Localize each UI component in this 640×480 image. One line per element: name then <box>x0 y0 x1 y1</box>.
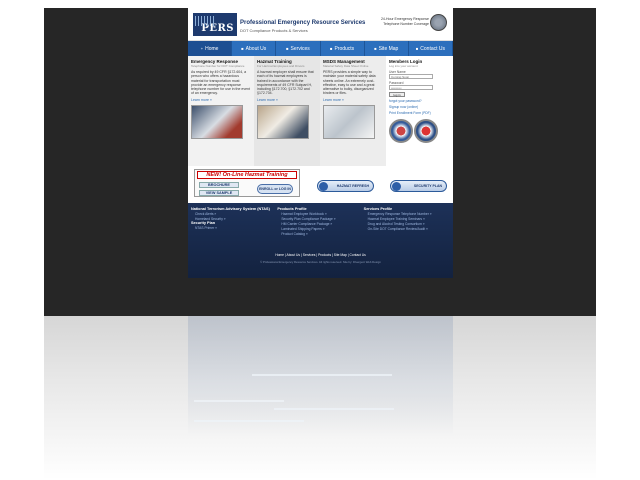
footer-link[interactable]: HM Carrier Compliance Package » <box>281 222 363 226</box>
content-columns: Emergency Response Telephone Number for … <box>188 56 453 166</box>
sitemap-icon: ■ <box>374 46 377 51</box>
security-plan-button[interactable]: SECURITY PLAN <box>390 180 447 192</box>
screen-reflection <box>44 316 596 480</box>
products-icon: ■ <box>330 46 333 51</box>
forgot-password-link[interactable]: forgot your password? <box>389 99 450 103</box>
reflection-line <box>252 374 392 376</box>
dot-seal-icon <box>389 119 413 143</box>
reflection-line <box>194 400 284 402</box>
hazmat-training-panel: Hazmat Training For Hazmat Employees and… <box>254 56 320 166</box>
login-button[interactable]: log in <box>389 92 405 97</box>
info-icon: ■ <box>241 46 244 51</box>
hazmat-truck-photo <box>191 104 243 139</box>
phone-badge-icon <box>430 14 447 31</box>
hazmat-learn-more-link[interactable]: Learn more » <box>257 98 317 102</box>
footer-link[interactable]: Emergency Response Telephone Number » <box>368 212 450 216</box>
nav-about-label: About Us <box>245 45 267 52</box>
site-header: PERS Professional Emergency Resource Ser… <box>188 8 453 41</box>
pers-logo[interactable]: PERS <box>193 13 237 36</box>
footer-link[interactable]: On-Site DOT Compliance Review/Audit » <box>368 227 450 231</box>
footer-products-column: Products Profile Hazmat Employee Workboo… <box>277 207 363 247</box>
hazmat-seal-icon <box>414 119 439 143</box>
online-training-promo: NEW! On-Line Hazmat Training BROCHURE VI… <box>194 169 300 197</box>
hazmat-body: A hazmat employer shall ensure that each… <box>257 70 314 96</box>
footer-products-title: Products Profile <box>277 207 307 211</box>
nav-about[interactable]: ■ About Us <box>232 41 277 56</box>
footer-nav[interactable]: Home | About Us | Services | Products | … <box>188 253 453 257</box>
footer-link[interactable]: Hazmat Employee Workbook » <box>281 212 363 216</box>
home-icon: + <box>200 46 204 51</box>
password-input[interactable]: •••••••••• <box>389 85 433 90</box>
promo-strip: NEW! On-Line Hazmat Training BROCHURE VI… <box>188 166 453 203</box>
footer-link[interactable]: Drug and Alcohol Testing Consortium » <box>368 222 450 226</box>
hazmat-subtitle: For Hazmat Employees and Drivers <box>257 64 305 68</box>
emergency-learn-more-link[interactable]: Learn more » <box>191 98 251 102</box>
footer-services-column: Services Profile Emergency Response Tele… <box>364 207 450 247</box>
username-input[interactable]: Coming Soon <box>389 74 433 79</box>
brochure-button[interactable]: BROCHURE <box>199 182 239 188</box>
services-icon: ■ <box>286 46 289 51</box>
site-title: Professional Emergency Resource Services <box>240 20 366 26</box>
emergency-subtitle: Telephone Number for DOT Compliance <box>191 64 245 68</box>
msds-management-panel: MSDS Management Material Safety Data She… <box>320 56 386 166</box>
contact-icon: ■ <box>415 46 419 51</box>
footer-services-title: Services Profile <box>363 207 393 211</box>
nav-services[interactable]: ■ Services <box>276 41 321 56</box>
site-footer: National Terrorism Advisory System (NTAS… <box>188 203 453 278</box>
footer-link[interactable]: Security Plan Compliance Package » <box>281 217 363 221</box>
view-sample-button[interactable]: VIEW SAMPLE <box>199 190 239 196</box>
footer-copyright: © Professional Emergency Resource Servic… <box>260 260 381 264</box>
footer-security-plan-title: Security Plan <box>191 221 216 225</box>
msds-subtitle: Material Safety Data Sheet Online <box>323 64 369 68</box>
nav-home[interactable]: + Home <box>188 41 233 56</box>
footer-ntas-column: National Terrorism Advisory System (NTAS… <box>191 207 277 247</box>
footer-link[interactable]: Hazmat Employee Training Seminars » <box>368 217 450 221</box>
nav-sitemap[interactable]: ■ Site Map <box>365 41 409 56</box>
footer-link[interactable]: Check Alerts » <box>195 212 277 216</box>
page-reflection <box>188 316 453 436</box>
footer-link[interactable]: NTAS Primer » <box>195 226 277 230</box>
footer-ntas-title: National Terrorism Advisory System (NTAS… <box>191 207 270 211</box>
logo-text: PERS <box>201 23 234 34</box>
members-login-panel: Members Login Log into your account User… <box>386 56 453 166</box>
site-subtitle: DOT Compliance Products & Services <box>240 28 308 33</box>
footer-link[interactable]: Product Catalog » <box>281 232 363 236</box>
nav-contact[interactable]: ■ Contact Us <box>409 41 453 56</box>
reflection-line <box>274 408 394 410</box>
msds-body: PERS provides a simple way to maintain y… <box>323 70 376 96</box>
hotline-text: 24-Hour Emergency Response Telephone Num… <box>381 17 429 27</box>
nav-sitemap-label: Site Map <box>378 45 399 52</box>
enroll-login-button[interactable]: ENROLL or LOG IN <box>257 184 293 194</box>
reflection-line <box>194 420 304 422</box>
nav-contact-label: Contact Us <box>420 45 446 52</box>
emergency-body: As required by 49 CFR §172.604, a person… <box>191 70 250 96</box>
nav-home-label: Home <box>205 45 219 52</box>
nav-services-label: Services <box>290 45 310 52</box>
emergency-response-panel: Emergency Response Telephone Number for … <box>188 56 254 166</box>
website-page: PERS Professional Emergency Resource Ser… <box>188 8 453 278</box>
msds-learn-more-link[interactable]: Learn more » <box>323 98 383 102</box>
training-class-photo <box>257 104 309 139</box>
hazmat-refresh-button[interactable]: HAZMAT REFRESH <box>317 180 374 192</box>
hotline-line-2: Telephone Number Coverage <box>383 22 429 26</box>
login-subtitle: Log into your account <box>389 64 418 68</box>
nav-products[interactable]: ■ Products <box>321 41 365 56</box>
footer-link[interactable]: Laminated Shipping Papers » <box>281 227 363 231</box>
main-nav: + Home ■ About Us ■ Services ■ Products ■ Sit… <box>188 41 453 56</box>
signup-link[interactable]: Signup now (online) <box>389 105 450 109</box>
promo-title: NEW! On-Line Hazmat Training <box>197 171 297 179</box>
msds-documents-photo <box>323 104 375 139</box>
nav-products-label: Products <box>334 45 355 52</box>
